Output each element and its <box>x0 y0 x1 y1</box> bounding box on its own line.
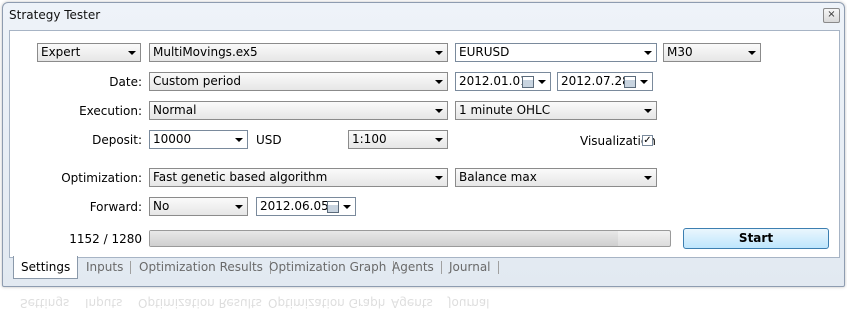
chevron-down-icon <box>128 51 136 55</box>
optimization-mode-select[interactable]: Fast genetic based algorithm <box>149 168 448 187</box>
chevron-down-icon <box>435 138 443 142</box>
calendar-icon <box>522 76 534 88</box>
expert-type-select[interactable]: Expert <box>37 43 141 62</box>
optimization-criterion-select[interactable]: Balance max <box>455 168 657 187</box>
forward-mode-value: No <box>153 199 170 213</box>
progress-counter: 1152 / 1280 <box>69 232 142 246</box>
tab-optimization-graph[interactable]: Optimization Graph <box>262 261 395 274</box>
date-to-picker[interactable]: 2012.07.28 <box>557 72 653 91</box>
progress-fill <box>150 231 618 246</box>
reflection-tab-inputs: Inputs <box>85 296 123 310</box>
deposit-label: Deposit: <box>92 133 142 147</box>
chevron-down-icon <box>644 176 652 180</box>
deposit-amount-select[interactable]: 10000 <box>149 130 248 149</box>
close-button[interactable]: × <box>823 8 840 23</box>
date-to-value: 2012.07.28 <box>561 74 630 88</box>
date-from-value: 2012.01.01 <box>459 74 528 88</box>
tick-model-select[interactable]: 1 minute OHLC <box>455 101 657 120</box>
progress-bar <box>149 230 671 247</box>
tab-optimization-results[interactable]: Optimization Results <box>132 261 271 274</box>
forward-mode-select[interactable]: No <box>149 197 248 216</box>
reflection-content: Settings Inputs Optimization Results Opt… <box>2 288 843 316</box>
chevron-down-icon <box>435 176 443 180</box>
optimization-label: Optimization: <box>61 171 142 185</box>
expert-file-select[interactable]: MultiMovings.ex5 <box>149 43 448 62</box>
start-button[interactable]: Start <box>683 228 829 249</box>
chevron-down-icon <box>640 80 648 84</box>
forward-date-value: 2012.06.05 <box>260 199 329 213</box>
chevron-down-icon <box>748 51 756 55</box>
execution-mode-select[interactable]: Normal <box>149 101 448 120</box>
reflection-tab-optimization-results: Optimization Results <box>138 296 262 310</box>
tab-bar: Settings Inputs Optimization Results Opt… <box>9 256 838 279</box>
tab-settings[interactable]: Settings <box>13 256 79 279</box>
deposit-currency: USD <box>256 133 282 147</box>
execution-label: Execution: <box>79 104 142 118</box>
optimization-mode-value: Fast genetic based algorithm <box>153 170 328 184</box>
strategy-tester-window: Strategy Tester × Expert MultiMovings.ex… <box>2 2 845 287</box>
optimization-criterion-value: Balance max <box>459 170 537 184</box>
symbol-select[interactable]: EURUSD <box>455 43 657 62</box>
tab-journal[interactable]: Journal <box>442 261 499 274</box>
chevron-down-icon <box>644 109 652 113</box>
tab-inputs[interactable]: Inputs <box>79 261 132 274</box>
chevron-down-icon <box>235 138 243 142</box>
reflection-tab-agents: Agents <box>391 296 433 310</box>
date-mode-value: Custom period <box>153 74 242 88</box>
timeframe-select[interactable]: M30 <box>663 43 761 62</box>
tab-agents[interactable]: Agents <box>385 261 442 274</box>
symbol-value: EURUSD <box>459 45 510 59</box>
leverage-select[interactable]: 1:100 <box>348 130 448 149</box>
chevron-down-icon <box>435 80 443 84</box>
leverage-value: 1:100 <box>352 132 387 146</box>
deposit-amount-value: 10000 <box>153 132 192 146</box>
date-mode-select[interactable]: Custom period <box>149 72 448 91</box>
window-reflection: Settings Inputs Optimization Results Opt… <box>2 288 843 316</box>
chevron-down-icon <box>235 205 243 209</box>
tick-model-value: 1 minute OHLC <box>459 103 551 117</box>
reflection-tab-settings: Settings <box>20 296 70 310</box>
chevron-down-icon <box>435 109 443 113</box>
calendar-icon <box>624 76 636 88</box>
timeframe-value: M30 <box>667 45 693 59</box>
settings-panel: Expert MultiMovings.ex5 EURUSD M30 Date:… <box>9 30 840 258</box>
reflection-tab-journal: Journal <box>448 296 490 310</box>
calendar-icon <box>327 201 339 213</box>
date-from-picker[interactable]: 2012.01.01 <box>455 72 551 91</box>
visualization-checkbox[interactable]: ✓ <box>642 135 653 146</box>
expert-file-value: MultiMovings.ex5 <box>153 45 258 59</box>
expert-type-value: Expert <box>41 45 81 59</box>
date-label: Date: <box>109 75 142 89</box>
forward-label: Forward: <box>89 200 142 214</box>
chevron-down-icon <box>538 80 546 84</box>
chevron-down-icon <box>435 51 443 55</box>
reflection-tab-optimization-graph: Optimization Graph <box>268 296 386 310</box>
forward-date-picker[interactable]: 2012.06.05 <box>256 197 356 216</box>
execution-mode-value: Normal <box>153 103 197 117</box>
chevron-down-icon <box>644 51 652 55</box>
window-title: Strategy Tester <box>9 8 101 22</box>
chevron-down-icon <box>343 205 351 209</box>
